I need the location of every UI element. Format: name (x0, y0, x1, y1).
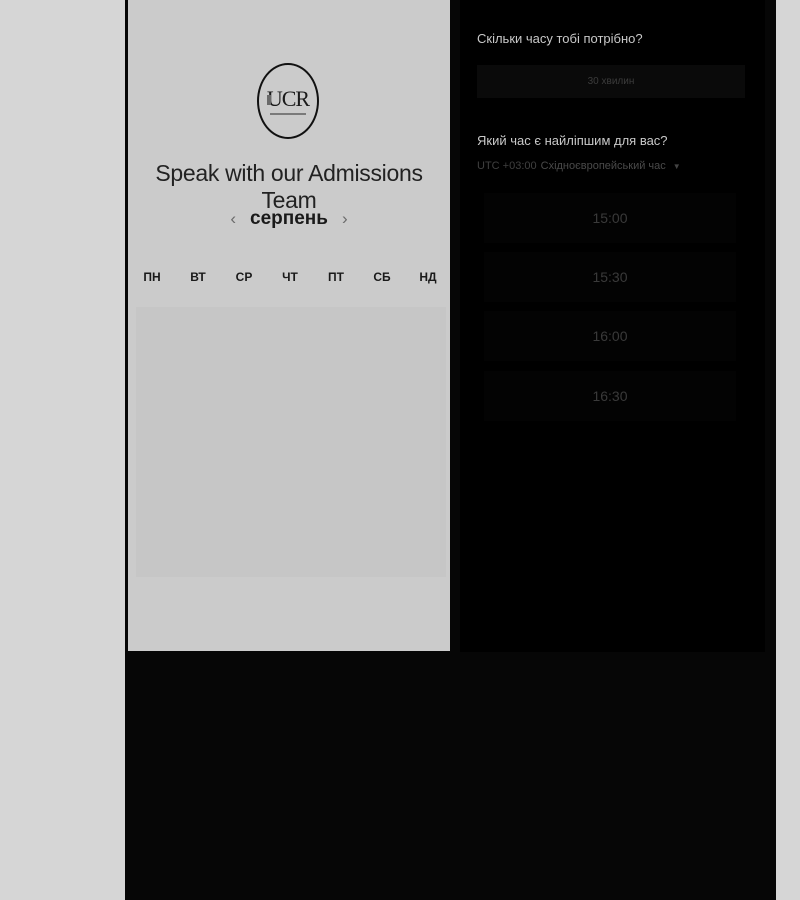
duration-question: Скільки часу тобі потрібно? (477, 31, 643, 46)
time-question: Який час є найліпшим для вас? (477, 133, 668, 148)
logo-tagline-line (270, 112, 306, 115)
chevron-right-icon[interactable]: › (342, 209, 348, 229)
time-slot-button[interactable]: 16:30 (484, 371, 736, 421)
chevron-left-icon[interactable]: ‹ (230, 209, 236, 229)
calendar-days-grid (136, 307, 446, 577)
month-navigator: ‹ серпень › (128, 208, 450, 230)
weekday-sat: СБ (373, 270, 391, 284)
weekday-mon: ПН (143, 270, 161, 284)
time-slot-button[interactable]: 16:00 (484, 311, 736, 361)
building-icon (267, 95, 271, 105)
weekday-fri: ПТ (328, 270, 344, 284)
weekday-tue: ВТ (190, 270, 206, 284)
time-slot-button[interactable]: 15:30 (484, 252, 736, 302)
timezone-select[interactable]: UTC +03:00 Східноєвропейський час ▼ (477, 160, 681, 172)
time-slot-button[interactable]: 15:00 (484, 193, 736, 243)
month-label: серпень (250, 208, 328, 229)
logo-text: UCR (266, 85, 310, 111)
weekday-sun: НД (419, 270, 437, 284)
timezone-name: Східноєвропейський час (540, 160, 666, 172)
timezone-offset: UTC +03:00 (477, 160, 537, 172)
page-title: Speak with our Admissions Team (155, 160, 423, 213)
weekday-thu: ЧТ (282, 270, 298, 284)
ucr-logo: UCR (257, 63, 319, 139)
weekday-header: ПН ВТ СР ЧТ ПТ СБ НД (140, 270, 440, 284)
duration-select[interactable]: 30 хвилин (477, 65, 745, 98)
weekday-wed: СР (235, 270, 253, 284)
chevron-down-icon: ▼ (672, 161, 681, 171)
